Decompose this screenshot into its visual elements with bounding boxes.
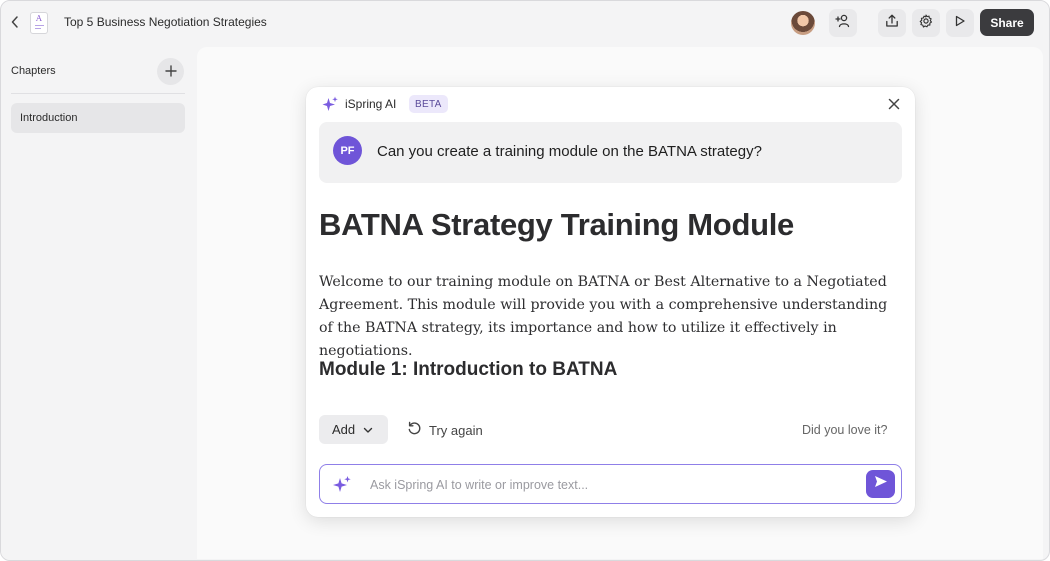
send-icon: [874, 475, 888, 493]
dialog-title: iSpring AI: [345, 97, 397, 111]
chapters-heading: Chapters: [11, 65, 56, 77]
try-again-label: Try again: [429, 422, 483, 438]
document-title: Top 5 Business Negotiation Strategies: [64, 15, 267, 29]
document-icon: A: [30, 12, 48, 34]
chevron-down-icon: [363, 422, 373, 437]
add-user-icon: [835, 14, 851, 33]
app-window: A Top 5 Business Negotiation Strategies …: [0, 0, 1050, 561]
feedback-link[interactable]: Did you love it?: [802, 423, 887, 437]
sidebar-divider: [11, 93, 185, 94]
upload-icon: [885, 14, 899, 33]
add-user-button[interactable]: [829, 9, 857, 37]
preview-button[interactable]: [946, 9, 974, 37]
ai-assistant-dialog: iSpring AI BETA PF Can you create a trai…: [306, 87, 915, 517]
add-chapter-button[interactable]: [157, 58, 184, 85]
beta-badge: BETA: [409, 95, 448, 113]
user-avatar[interactable]: [791, 11, 815, 35]
ai-prompt-input[interactable]: [370, 474, 850, 495]
sidebar-item-label: Introduction: [20, 112, 78, 124]
send-button[interactable]: [866, 470, 895, 498]
close-icon[interactable]: [886, 96, 902, 112]
response-paragraph: Welcome to our training module on BATNA …: [319, 274, 888, 359]
sparkle-icon: [333, 475, 352, 494]
refresh-icon: [407, 421, 422, 439]
chapters-sidebar: Chapters Introduction: [1, 43, 196, 560]
add-button[interactable]: Add: [319, 415, 388, 444]
sparkle-icon: [322, 96, 339, 113]
document-icon-letter: A: [36, 14, 42, 23]
export-button[interactable]: [878, 9, 906, 37]
user-prompt-text: Can you create a training module on the …: [377, 143, 762, 160]
response-title: BATNA Strategy Training Module: [319, 207, 794, 242]
sidebar-item-introduction[interactable]: Introduction: [11, 103, 185, 133]
response-subtitle: Module 1: Introduction to BATNA: [319, 359, 618, 380]
top-bar: A Top 5 Business Negotiation Strategies …: [1, 1, 1049, 43]
play-icon: [954, 14, 966, 32]
add-button-label: Add: [332, 422, 356, 437]
share-button[interactable]: Share: [980, 9, 1034, 36]
try-again-button[interactable]: Try again: [407, 421, 483, 439]
ai-prompt-field: [319, 464, 902, 504]
plus-icon: [164, 61, 177, 82]
settings-button[interactable]: [912, 9, 940, 37]
chevron-left-icon[interactable]: [7, 13, 23, 31]
gear-icon: [919, 13, 933, 33]
user-initials-avatar: PF: [333, 136, 362, 165]
user-prompt-box: PF Can you create a training module on t…: [319, 122, 902, 183]
